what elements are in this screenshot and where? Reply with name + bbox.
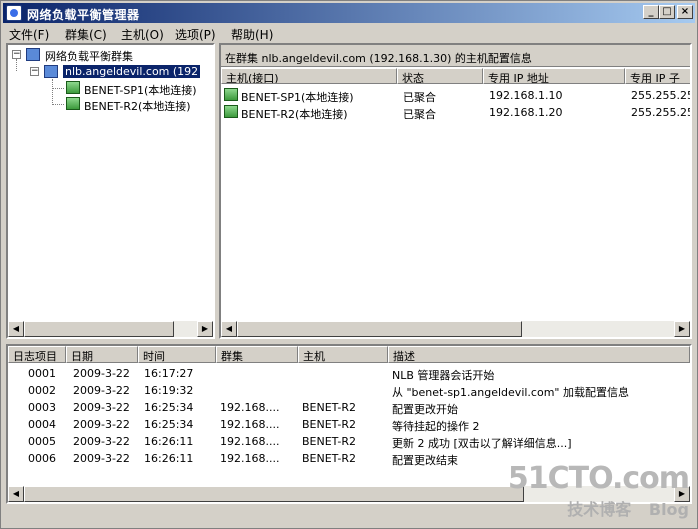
- log-desc: 配置更改结束: [392, 454, 458, 467]
- host-icon: [66, 81, 80, 94]
- tree-hscrollbar[interactable]: ◀ ▶: [8, 321, 213, 337]
- menu-bar: 文件(F) 群集(C) 主机(O) 选项(P) 帮助(H): [3, 24, 695, 42]
- menu-file[interactable]: 文件(F): [9, 26, 49, 43]
- log-date: 2009-3-22: [73, 452, 130, 465]
- log-id: 0003: [28, 401, 56, 414]
- log-time: 16:19:32: [144, 384, 194, 397]
- log-desc: 从 "benet-sp1.angeldevil.com" 加载配置信息: [392, 386, 629, 399]
- cluster-tree[interactable]: − 网络负载平衡群集 − nlb.angeldevil.com (192 BEN…: [6, 43, 215, 339]
- col-mask[interactable]: 专用 IP 子: [625, 68, 690, 84]
- col-log-time[interactable]: 时间: [138, 346, 216, 363]
- tree-host-r2[interactable]: BENET-R2(本地连接): [84, 98, 191, 114]
- maximize-button[interactable]: □: [659, 5, 675, 19]
- log-date: 2009-3-22: [73, 435, 130, 448]
- tree-root[interactable]: 网络负载平衡群集: [45, 48, 133, 64]
- log-time: 16:25:34: [144, 401, 194, 414]
- log-id: 0001: [28, 367, 56, 380]
- log-desc: NLB 管理器会话开始: [392, 369, 495, 382]
- hosts-panel-header: 在群集 nlb.angeldevil.com (192.168.1.30) 的主…: [221, 45, 690, 67]
- col-log-id[interactable]: 日志项目: [8, 346, 66, 363]
- menu-host[interactable]: 主机(O): [121, 26, 164, 43]
- hosts-panel: 在群集 nlb.angeldevil.com (192.168.1.30) 的主…: [219, 43, 692, 339]
- log-id: 0005: [28, 435, 56, 448]
- watermark-sub: 技术博客: [567, 500, 632, 519]
- row-ip: 192.168.1.10: [489, 89, 563, 102]
- close-button[interactable]: ×: [677, 5, 693, 19]
- hosts-panel-title: 在群集 nlb.angeldevil.com (192.168.1.30) 的主…: [225, 52, 532, 65]
- title-bar[interactable]: 网络负载平衡管理器 _ □ ×: [3, 3, 695, 23]
- scroll-left-icon[interactable]: ◀: [8, 321, 24, 337]
- log-date: 2009-3-22: [73, 367, 130, 380]
- col-log-desc[interactable]: 描述: [388, 346, 690, 363]
- scroll-thumb[interactable]: [24, 486, 524, 502]
- log-cluster: 192.168....: [220, 452, 280, 465]
- nlb-root-icon: [26, 48, 40, 61]
- hosts-hscrollbar[interactable]: ◀ ▶: [221, 321, 690, 337]
- collapse-cluster-icon[interactable]: −: [30, 67, 39, 76]
- host-icon: [224, 105, 238, 118]
- col-log-date[interactable]: 日期: [66, 346, 138, 363]
- minimize-button[interactable]: _: [643, 5, 659, 19]
- scroll-thumb[interactable]: [237, 321, 522, 337]
- log-date: 2009-3-22: [73, 384, 130, 397]
- log-time: 16:26:11: [144, 435, 194, 448]
- scroll-right-icon[interactable]: ▶: [197, 321, 213, 337]
- log-cluster: 192.168....: [220, 435, 280, 448]
- window-title: 网络负载平衡管理器: [27, 8, 140, 22]
- row-status: 已聚合: [403, 108, 436, 121]
- col-log-host[interactable]: 主机: [298, 346, 388, 363]
- row-ip: 192.168.1.20: [489, 106, 563, 119]
- log-date: 2009-3-22: [73, 401, 130, 414]
- nlb-manager-window: 网络负载平衡管理器 _ □ × 文件(F) 群集(C) 主机(O) 选项(P) …: [0, 0, 698, 529]
- scroll-left-icon[interactable]: ◀: [8, 486, 24, 502]
- watermark-blog: Blog: [648, 500, 689, 519]
- app-icon[interactable]: [6, 5, 22, 21]
- row-mask: 255.255.25: [631, 89, 692, 102]
- row-mask: 255.255.25: [631, 106, 692, 119]
- log-time: 16:26:11: [144, 452, 194, 465]
- log-cluster: 192.168....: [220, 418, 280, 431]
- row-host: BENET-SP1(本地连接): [241, 91, 354, 104]
- scroll-left-icon[interactable]: ◀: [221, 321, 237, 337]
- menu-options[interactable]: 选项(P): [175, 26, 216, 43]
- log-host: BENET-R2: [302, 401, 356, 414]
- menu-help[interactable]: 帮助(H): [231, 26, 273, 43]
- log-desc: 更新 2 成功 [双击以了解详细信息...]: [392, 437, 572, 450]
- row-status: 已聚合: [403, 91, 436, 104]
- watermark: 51CTO.com 技术博客 Blog: [507, 461, 690, 520]
- scroll-right-icon[interactable]: ▶: [674, 321, 690, 337]
- log-desc: 配置更改开始: [392, 403, 458, 416]
- tree-host-sp1[interactable]: BENET-SP1(本地连接): [84, 82, 197, 98]
- menu-cluster[interactable]: 群集(C): [65, 26, 107, 43]
- log-host: BENET-R2: [302, 418, 356, 431]
- watermark-main: 51CTO.com: [507, 461, 690, 496]
- col-status[interactable]: 状态: [397, 68, 483, 84]
- tree-cluster[interactable]: nlb.angeldevil.com (192: [63, 65, 201, 78]
- log-host: BENET-R2: [302, 435, 356, 448]
- col-log-cluster[interactable]: 群集: [216, 346, 298, 363]
- log-id: 0002: [28, 384, 56, 397]
- cluster-icon: [44, 65, 58, 78]
- row-host: BENET-R2(本地连接): [241, 108, 348, 121]
- col-host[interactable]: 主机(接口): [221, 68, 397, 84]
- host-icon: [66, 97, 80, 110]
- log-id: 0006: [28, 452, 56, 465]
- log-id: 0004: [28, 418, 56, 431]
- log-time: 16:17:27: [144, 367, 194, 380]
- watermark-sub-line: 技术博客 Blog: [508, 496, 689, 520]
- log-cluster: 192.168....: [220, 401, 280, 414]
- log-host: BENET-R2: [302, 452, 356, 465]
- log-date: 2009-3-22: [73, 418, 130, 431]
- host-icon: [224, 88, 238, 101]
- scroll-thumb[interactable]: [24, 321, 174, 337]
- col-ip[interactable]: 专用 IP 地址: [483, 68, 625, 84]
- log-time: 16:25:34: [144, 418, 194, 431]
- collapse-root-icon[interactable]: −: [12, 50, 21, 59]
- log-desc: 等待挂起的操作 2: [392, 420, 480, 433]
